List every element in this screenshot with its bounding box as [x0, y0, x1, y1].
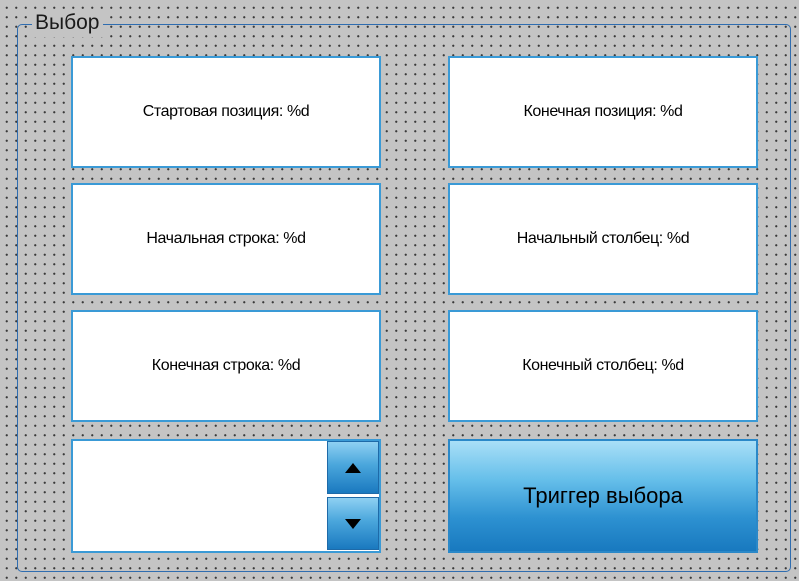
end-column-field: Конечный столбец: %d [448, 310, 758, 422]
end-row-label: Конечная строка: %d [151, 357, 301, 374]
groupbox-title: Выбор [32, 9, 103, 37]
end-position-label: Конечная позиция: %d [523, 103, 683, 120]
spin-box-input[interactable] [73, 441, 325, 551]
spin-down-button[interactable] [327, 497, 379, 550]
end-row-field: Конечная строка: %d [71, 310, 381, 422]
start-column-field: Начальный столбец: %d [448, 183, 758, 295]
end-position-field: Конечная позиция: %d [448, 56, 758, 168]
start-position-label: Стартовая позиция: %d [142, 103, 310, 120]
spin-box [71, 439, 381, 553]
spin-up-button[interactable] [327, 441, 379, 494]
selection-trigger-label: Триггер выбора [523, 483, 683, 508]
triangle-up-icon [345, 462, 361, 473]
selection-trigger-button[interactable]: Триггер выбора [448, 439, 758, 553]
start-position-field: Стартовая позиция: %d [71, 56, 381, 168]
start-column-label: Начальный столбец: %d [516, 230, 690, 247]
triangle-down-icon [345, 518, 361, 529]
start-row-label: Начальная строка: %d [146, 230, 306, 247]
end-column-label: Конечный столбец: %d [522, 357, 684, 374]
start-row-field: Начальная строка: %d [71, 183, 381, 295]
